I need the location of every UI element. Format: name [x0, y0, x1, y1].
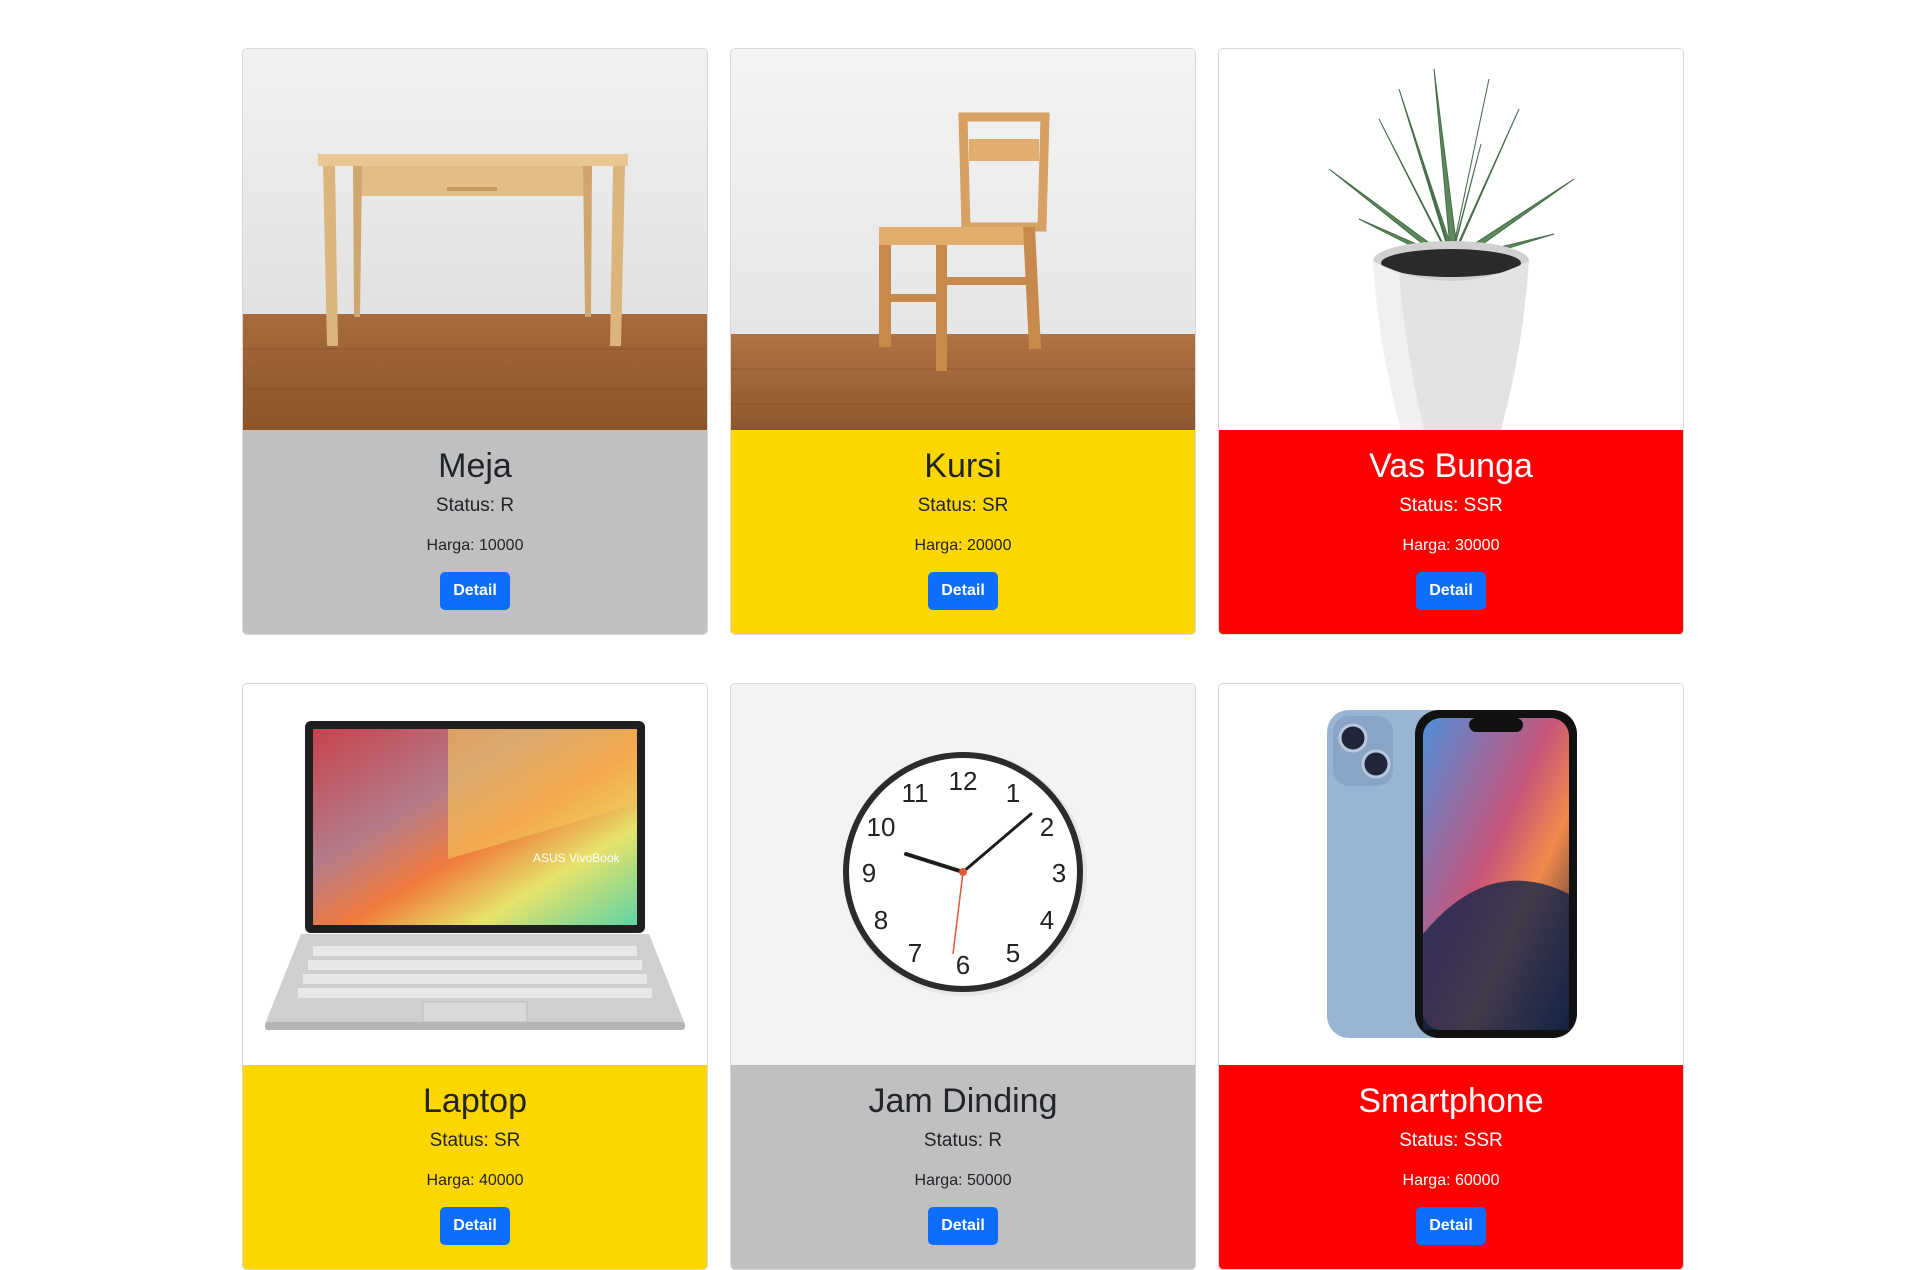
detail-button[interactable]: Detail [1416, 572, 1486, 610]
chair-image [731, 49, 1195, 430]
card-body: Kursi Status: SR Harga: 20000 Detail [731, 430, 1195, 634]
clock-number: 7 [908, 938, 922, 968]
card-body: Jam Dinding Status: R Harga: 50000 Detai… [731, 1065, 1195, 1269]
clock-number: 1 [1006, 778, 1020, 808]
product-card: ASUS VivoBook Laptop Status: SR Harga: 4… [242, 683, 708, 1270]
product-card: Kursi Status: SR Harga: 20000 Detail [730, 48, 1196, 635]
product-status: Status: R [923, 1130, 1003, 1151]
product-status: Status: SSR [1399, 1130, 1503, 1151]
clock-number: 12 [949, 766, 978, 796]
card-body: Smartphone Status: SSR Harga: 60000 Deta… [1219, 1065, 1683, 1269]
product-card: Vas Bunga Status: SSR Harga: 30000 Detai… [1218, 48, 1684, 635]
product-card: Meja Status: R Harga: 10000 Detail [242, 48, 708, 635]
product-name: Vas Bunga [1369, 447, 1533, 485]
clock-number: 6 [956, 950, 970, 980]
laptop-image: ASUS VivoBook [243, 684, 707, 1065]
product-status: Status: SSR [1399, 495, 1503, 516]
product-name: Laptop [423, 1082, 527, 1120]
product-price: Harga: 30000 [1402, 537, 1500, 554]
product-card: Smartphone Status: SSR Harga: 60000 Deta… [1218, 683, 1684, 1270]
clock-number: 8 [874, 905, 888, 935]
card-body: Laptop Status: SR Harga: 40000 Detail [243, 1065, 707, 1269]
card-body: Vas Bunga Status: SSR Harga: 30000 Detai… [1219, 430, 1683, 634]
product-name: Jam Dinding [868, 1082, 1058, 1120]
product-grid: Meja Status: R Harga: 10000 Detail Kursi… [242, 48, 1684, 1270]
wall-clock-image: 12 1 2 3 4 5 6 7 8 9 10 11 [731, 684, 1195, 1065]
card-body: Meja Status: R Harga: 10000 Detail [243, 430, 707, 634]
detail-button[interactable]: Detail [440, 572, 510, 610]
clock-number: 3 [1052, 858, 1066, 888]
product-status: Status: SR [917, 495, 1009, 516]
detail-button[interactable]: Detail [440, 1207, 510, 1245]
product-price: Harga: 10000 [426, 537, 524, 554]
detail-button[interactable]: Detail [928, 1207, 998, 1245]
laptop-brand-text: ASUS VivoBook [533, 851, 620, 865]
clock-number: 4 [1040, 905, 1054, 935]
product-status: Status: R [435, 495, 515, 516]
detail-button[interactable]: Detail [1416, 1207, 1486, 1245]
product-price: Harga: 60000 [1402, 1172, 1500, 1189]
product-status: Status: SR [429, 1130, 521, 1151]
product-price: Harga: 40000 [426, 1172, 524, 1189]
clock-number: 11 [902, 778, 929, 808]
product-price: Harga: 50000 [914, 1172, 1012, 1189]
desk-image [243, 49, 707, 430]
smartphone-image [1219, 684, 1683, 1065]
product-name: Meja [438, 447, 512, 485]
product-card: 12 1 2 3 4 5 6 7 8 9 10 11 Jam Dinding S… [730, 683, 1196, 1270]
clock-number: 9 [862, 858, 876, 888]
product-name: Kursi [924, 447, 1002, 485]
clock-number: 5 [1006, 938, 1020, 968]
detail-button[interactable]: Detail [928, 572, 998, 610]
potted-plant-image [1219, 49, 1683, 430]
clock-number: 10 [867, 812, 896, 842]
clock-number: 2 [1040, 812, 1054, 842]
product-name: Smartphone [1358, 1082, 1544, 1120]
product-price: Harga: 20000 [914, 537, 1012, 554]
